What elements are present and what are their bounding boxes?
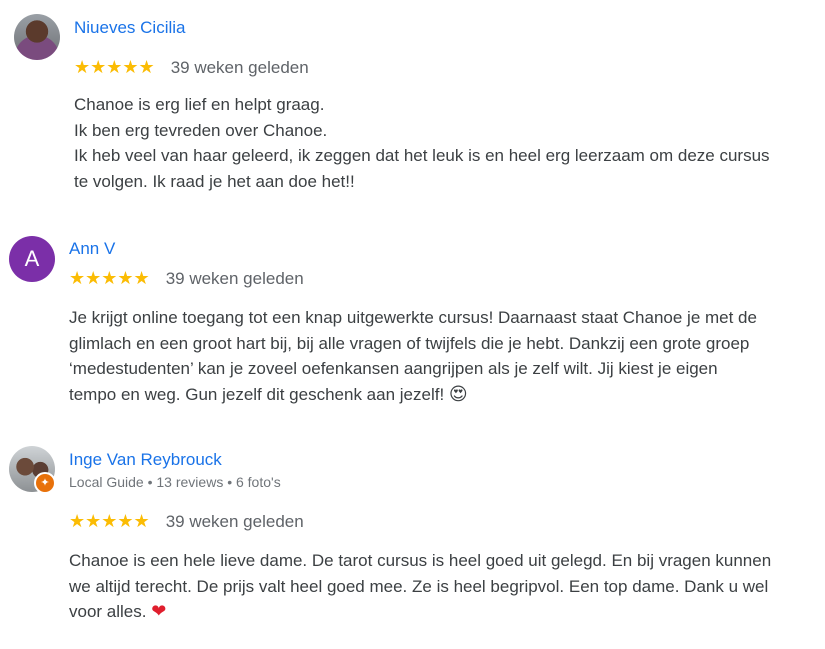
reviewer-name[interactable]: Ann V xyxy=(69,239,115,259)
review-line: glimlach en een groot hart bij, bij alle… xyxy=(69,333,750,353)
review-line: te volgen. Ik raad je het aan doe het!! xyxy=(74,171,355,191)
review-line: Chanoe is een hele lieve dame. De tarot … xyxy=(69,551,772,570)
reviewer-meta[interactable]: Local Guide • 13 reviews • 6 foto's xyxy=(69,474,281,490)
rating-row: ★★★★★ 39 weken geleden xyxy=(69,511,304,532)
avatar-letter: A xyxy=(24,246,40,271)
star-rating: ★★★★★ xyxy=(74,57,155,77)
review-line: voor alles. ❤ xyxy=(69,599,771,625)
review-text: Chanoe is erg lief en helpt graag. Ik be… xyxy=(74,92,770,194)
avatar[interactable]: A xyxy=(9,236,55,282)
review-line: we altijd terecht. De prijs valt heel go… xyxy=(69,576,769,596)
review-line: Ik ben erg tevreden over Chanoe. xyxy=(74,120,328,140)
review-text: Je krijgt online toegang tot een knap ui… xyxy=(69,305,757,407)
star-rating: ★★★★★ xyxy=(69,268,150,288)
review-date: 39 weken geleden xyxy=(165,511,304,531)
star-rating: ★★★★★ xyxy=(69,511,150,531)
heart-emoji-icon: ❤ xyxy=(151,601,167,621)
review-line-text: voor alles. xyxy=(69,602,147,621)
reviewer-name[interactable]: Niueves Cicilia xyxy=(74,18,185,38)
review-line: Chanoe is erg lief en helpt graag. xyxy=(74,95,325,114)
reviewer-name[interactable]: Inge Van Reybrouck xyxy=(69,450,222,470)
review-date: 39 weken geleden xyxy=(165,268,304,288)
rating-row: ★★★★★ 39 weken geleden xyxy=(69,268,304,289)
review-line: Ik heb veel van haar geleerd, ik zeggen … xyxy=(74,146,770,165)
review-date: 39 weken geleden xyxy=(170,57,309,77)
avatar[interactable] xyxy=(14,14,60,60)
local-guide-badge-icon: ✦ xyxy=(34,472,56,494)
review-line: Je krijgt online toegang tot een knap ui… xyxy=(69,308,757,327)
heart-eyes-emoji-icon: 😍 xyxy=(448,383,468,404)
review-line: ‘medestudenten’ kan je zoveel oefenkanse… xyxy=(69,359,718,378)
review-text: Chanoe is een hele lieve dame. De tarot … xyxy=(69,548,771,625)
review-line-text: tempo en weg. Gun jezelf dit geschenk aa… xyxy=(69,384,445,404)
review-line: tempo en weg. Gun jezelf dit geschenk aa… xyxy=(69,382,757,408)
rating-row: ★★★★★ 39 weken geleden xyxy=(74,57,309,78)
